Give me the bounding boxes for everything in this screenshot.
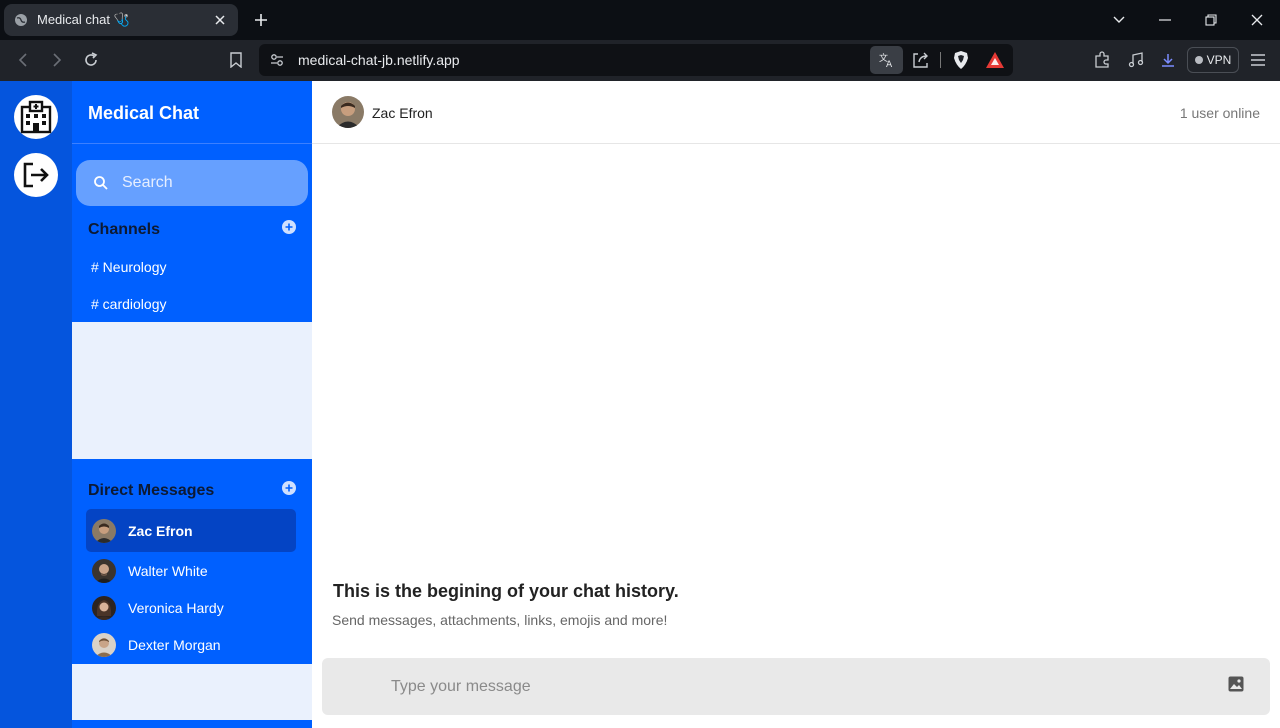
tab-search-chevron-icon[interactable] [1108, 9, 1130, 31]
search-input[interactable] [122, 172, 292, 194]
dm-name: Dexter Morgan [128, 637, 221, 653]
translate-icon[interactable]: 文A [870, 46, 903, 74]
message-composer [322, 658, 1270, 715]
chat-intro-subtitle: Send messages, attachments, links, emoji… [332, 612, 668, 628]
brave-shields-icon[interactable] [951, 50, 971, 70]
sidebar-header: Medical Chat [72, 81, 312, 144]
direct-messages-title: Direct Messages [88, 482, 215, 499]
reload-icon[interactable] [79, 49, 103, 71]
dm-item-dexter-morgan[interactable]: Dexter Morgan [86, 623, 296, 666]
browser-tab[interactable]: Medical chat 🩺 [4, 4, 238, 36]
extensions-icon[interactable] [1090, 49, 1114, 71]
chat-header: Zac Efron 1 user online [312, 81, 1280, 144]
sidebar: Medical Chat Channels # Neurology # card… [72, 81, 312, 728]
image-attach-icon[interactable] [1228, 676, 1248, 696]
site-settings-icon[interactable] [269, 52, 285, 68]
channels-panel: Medical Chat Channels # Neurology # card… [72, 81, 312, 322]
avatar [92, 633, 116, 657]
search-icon [93, 175, 109, 191]
online-status: 1 user online [1179, 105, 1260, 121]
hospital-icon[interactable] [14, 95, 58, 139]
tab-title: Medical chat 🩺 [37, 12, 130, 27]
search-box[interactable] [76, 160, 308, 206]
vpn-button[interactable]: VPN [1187, 47, 1239, 73]
svg-text:A: A [886, 60, 893, 69]
close-window-icon[interactable] [1246, 9, 1268, 31]
dm-item-zac-efron[interactable]: Zac Efron [86, 509, 296, 552]
chat-user-name: Zac Efron [372, 105, 433, 121]
bookmark-icon[interactable] [224, 49, 248, 71]
forward-icon[interactable] [45, 49, 69, 71]
direct-messages-panel: Direct Messages Zac Efron Walter White V… [72, 459, 312, 664]
add-channel-icon[interactable] [282, 220, 296, 234]
sidebar-footer-strip [72, 720, 312, 728]
logout-icon[interactable] [14, 153, 58, 197]
url-text[interactable]: medical-chat-jb.netlify.app [298, 52, 460, 68]
media-icon[interactable] [1124, 49, 1148, 71]
toolbar-divider [940, 52, 941, 68]
brave-rewards-icon[interactable] [985, 50, 1005, 70]
channels-title: Channels [88, 221, 161, 238]
back-icon[interactable] [11, 49, 35, 71]
close-tab-icon[interactable] [212, 12, 228, 28]
message-input[interactable] [391, 676, 1191, 698]
icon-rail [0, 81, 72, 728]
chat-intro-title: This is the begining of your chat histor… [333, 581, 679, 601]
restore-icon[interactable] [1200, 9, 1222, 31]
address-bar[interactable]: medical-chat-jb.netlify.app 文A [259, 44, 1013, 76]
app-title: Medical Chat [88, 103, 200, 123]
channel-item-cardiology[interactable]: # cardiology [91, 296, 167, 312]
add-direct-message-icon[interactable] [282, 481, 296, 495]
avatar [92, 519, 116, 543]
menu-icon[interactable] [1246, 49, 1270, 71]
avatar [332, 96, 364, 128]
avatar [92, 596, 116, 620]
vpn-label: VPN [1206, 53, 1232, 67]
download-icon[interactable] [1156, 49, 1180, 71]
dm-name: Zac Efron [128, 523, 193, 539]
channel-item-neurology[interactable]: # Neurology [91, 259, 167, 275]
browser-tab-bar: Medical chat 🩺 [0, 0, 1280, 40]
avatar [92, 559, 116, 583]
minimize-icon[interactable] [1154, 9, 1176, 31]
dm-name: Veronica Hardy [128, 600, 224, 616]
app-root: Medical Chat Channels # Neurology # card… [0, 81, 1280, 728]
dm-name: Walter White [128, 563, 208, 579]
globe-icon [14, 13, 28, 27]
new-tab-icon[interactable] [250, 9, 272, 31]
browser-toolbar: medical-chat-jb.netlify.app 文A VPN [0, 40, 1280, 81]
chat-panel: Zac Efron 1 user online This is the begi… [312, 81, 1280, 728]
share-icon[interactable] [911, 50, 931, 70]
vpn-status-dot [1194, 56, 1203, 64]
